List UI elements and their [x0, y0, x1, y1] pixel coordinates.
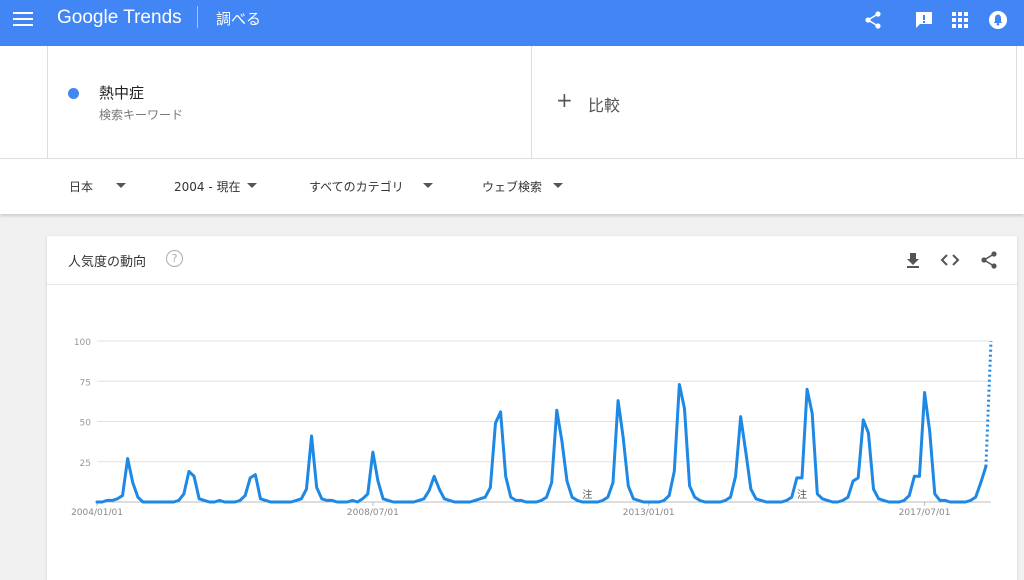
y-tick-label: 75 [80, 378, 91, 388]
category-filter[interactable]: すべてのカテゴリ [309, 178, 404, 195]
compare-label: 比較 [588, 96, 621, 115]
chevron-down-icon[interactable] [116, 183, 126, 188]
chevron-down-icon[interactable] [553, 183, 563, 188]
header-divider [197, 6, 198, 28]
search-term-type: 検索キーワード [99, 108, 184, 122]
interest-over-time-card: 人気度の動向 ? 100 75 50 25 2004/01/01 2008/07/01 20… [47, 236, 1017, 580]
interest-line-chart[interactable]: 100 75 50 25 2004/01/01 2008/07/01 2013/01/01 2… [47, 236, 1017, 580]
chevron-down-icon[interactable] [423, 183, 433, 188]
menu-icon[interactable] [13, 12, 33, 28]
series-line-partial [984, 340, 993, 467]
property-filter[interactable]: ウェブ検索 [482, 178, 542, 195]
chart-note-marker: 注 [797, 488, 807, 501]
region-filter[interactable]: 日本 [69, 178, 93, 195]
compare-button[interactable]: + 比較 [532, 46, 1017, 158]
y-tick-label: 25 [80, 459, 91, 469]
y-tick-label: 100 [74, 338, 91, 348]
search-term-card[interactable]: 熱中症 検索キーワード [47, 46, 532, 158]
add-icon: + [556, 88, 573, 112]
series-line-main [95, 382, 988, 504]
search-terms-panel: 熱中症 検索キーワード + 比較 [0, 46, 1024, 158]
explore-title: 調べる [216, 10, 262, 28]
x-tick-label: 2008/07/01 [347, 508, 399, 518]
filter-bar: 日本 2004 - 現在 すべてのカテゴリ ウェブ検索 [0, 158, 1024, 214]
feedback-icon[interactable] [914, 10, 934, 30]
google-trends-logo[interactable]: Google Trends [57, 7, 182, 29]
term-color-dot [68, 88, 79, 99]
x-tick-label: 2017/07/01 [899, 508, 951, 518]
x-tick-label: 2004/01/01 [71, 508, 123, 518]
account-icon[interactable] [988, 10, 1008, 30]
y-tick-label: 50 [80, 419, 92, 429]
apps-icon[interactable] [950, 10, 970, 30]
chart-note-marker: 注 [582, 488, 592, 501]
chevron-down-icon[interactable] [247, 183, 257, 188]
x-tick-label: 2013/01/01 [623, 508, 675, 518]
share-icon[interactable] [863, 10, 883, 30]
period-filter[interactable]: 2004 - 現在 [174, 178, 241, 195]
search-term[interactable]: 熱中症 [99, 82, 144, 103]
top-app-bar: Google Trends 調べる [0, 0, 1024, 46]
